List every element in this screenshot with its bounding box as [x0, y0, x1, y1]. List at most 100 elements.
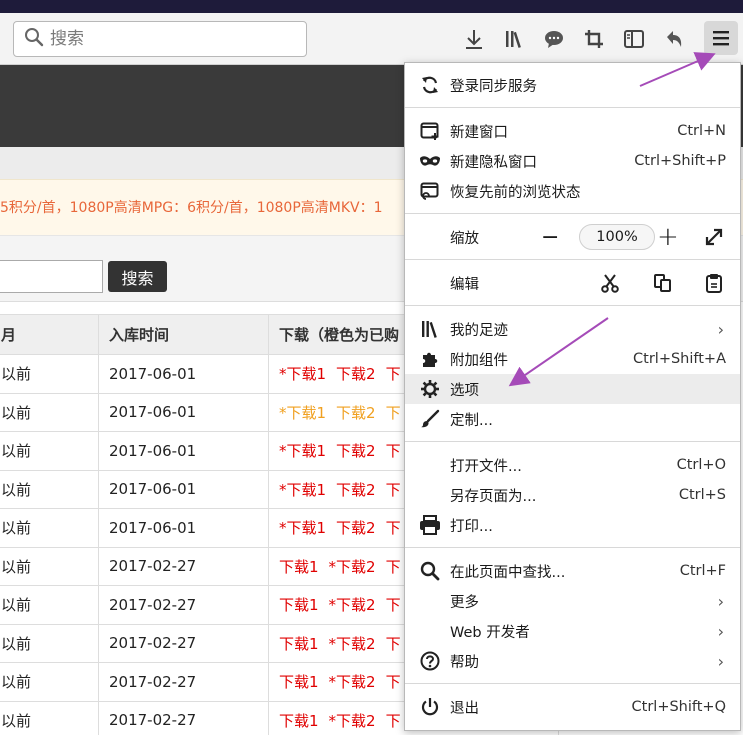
puzzle-icon [419, 348, 441, 370]
download-link[interactable]: *下载1 [279, 404, 326, 422]
download-link[interactable]: 下 [386, 558, 401, 576]
menu-item-label: 另存页面为... [450, 488, 537, 505]
back-icon[interactable] [660, 25, 688, 53]
download-link[interactable]: 下载2 [336, 481, 376, 499]
menu-item-find[interactable]: 在此页面中查找... Ctrl+F [405, 556, 740, 586]
gear-icon [419, 378, 441, 400]
crop-icon[interactable] [580, 25, 608, 53]
download-link[interactable]: *下载2 [329, 596, 376, 614]
download-link[interactable]: 下 [386, 673, 401, 691]
time-cell: 以前 [0, 546, 99, 586]
chevron-right-icon: › [717, 319, 724, 339]
download-link[interactable]: 下 [386, 596, 401, 614]
menu-item-new-window[interactable]: 新建窗口 Ctrl+N [405, 116, 740, 146]
download-link[interactable]: 下 [386, 712, 401, 730]
shortcut-text: Ctrl+O [676, 457, 726, 473]
menu-item-sync[interactable]: 登录同步服务 [405, 70, 740, 100]
download-link[interactable]: 下载1 [279, 558, 319, 576]
chat-icon[interactable] [540, 25, 568, 53]
shortcut-text: Ctrl+F [679, 563, 726, 579]
menu-item-label: 登录同步服务 [450, 78, 537, 95]
menu-item-save-page[interactable]: 另存页面为... Ctrl+S [405, 480, 740, 510]
paintbrush-icon [419, 408, 441, 430]
download-link[interactable]: *下载2 [329, 635, 376, 653]
shortcut-text: Ctrl+Shift+A [633, 351, 726, 367]
date-cell: 2017-02-27 [98, 546, 269, 586]
table-header: 入库时间 [98, 314, 269, 355]
download-link[interactable]: 下 [386, 404, 401, 422]
download-link[interactable]: 下载1 [279, 673, 319, 691]
download-link[interactable]: 下 [386, 365, 401, 383]
time-cell: 以前 [0, 354, 99, 394]
menu-item-label: 选项 [450, 382, 479, 399]
sidebar-icon[interactable] [620, 25, 648, 53]
site-search-input[interactable] [0, 260, 103, 293]
date-cell: 2017-06-01 [98, 392, 269, 432]
download-link[interactable]: *下载2 [329, 712, 376, 730]
menu-item-print[interactable]: 打印... [405, 510, 740, 540]
copy-icon[interactable] [653, 273, 673, 297]
restore-session-icon [419, 180, 441, 202]
menu-item-quit[interactable]: 退出 Ctrl+Shift+Q [405, 692, 740, 722]
download-link[interactable]: *下载2 [329, 558, 376, 576]
menu-item-restore-session[interactable]: 恢复先前的浏览状态 [405, 176, 740, 206]
menu-item-more[interactable]: 更多 › [405, 586, 740, 616]
search-box[interactable] [13, 21, 307, 57]
menu-item-addons[interactable]: 附加组件 Ctrl+Shift+A [405, 344, 740, 374]
download-link[interactable]: 下载2 [336, 442, 376, 460]
menu-item-label: 缩放 [450, 230, 479, 247]
menu-item-help[interactable]: 帮助 › [405, 646, 740, 676]
menu-item-label: 恢复先前的浏览状态 [450, 184, 581, 201]
download-link[interactable]: 下载2 [336, 404, 376, 422]
paste-icon[interactable] [705, 272, 723, 298]
fullscreen-icon[interactable] [703, 226, 725, 252]
search-input[interactable] [50, 29, 290, 49]
download-link[interactable]: 下 [386, 635, 401, 653]
menu-item-label: 退出 [450, 700, 479, 717]
menu-item-label: Web 开发者 [450, 624, 530, 641]
download-link[interactable]: *下载1 [279, 519, 326, 537]
menu-item-label: 定制... [450, 412, 493, 429]
library-icon [419, 318, 441, 340]
date-cell: 2017-02-27 [98, 662, 269, 702]
download-link[interactable]: *下载2 [329, 673, 376, 691]
chevron-right-icon: › [717, 621, 724, 641]
download-icon[interactable] [460, 25, 488, 53]
site-search-button[interactable]: 搜索 [108, 261, 167, 292]
menu-item-web-developer[interactable]: Web 开发者 › [405, 616, 740, 646]
download-link[interactable]: 下 [386, 442, 401, 460]
menu-item-label: 帮助 [450, 654, 479, 671]
download-link[interactable]: 下载1 [279, 596, 319, 614]
download-link[interactable]: *下载1 [279, 481, 326, 499]
search-icon [419, 560, 441, 582]
download-link[interactable]: 下 [386, 519, 401, 537]
download-link[interactable]: 下载1 [279, 635, 319, 653]
download-link[interactable]: 下载2 [336, 365, 376, 383]
menu-item-library[interactable]: 我的足迹 › [405, 314, 740, 344]
shortcut-text: Ctrl+S [678, 487, 726, 503]
download-link[interactable]: 下载2 [336, 519, 376, 537]
menu-item-label: 更多 [450, 594, 479, 611]
download-link[interactable]: 下 [386, 481, 401, 499]
hamburger-menu-icon[interactable] [704, 21, 738, 55]
chevron-right-icon: › [717, 651, 724, 671]
menu-item-open-file[interactable]: 打开文件... Ctrl+O [405, 450, 740, 480]
date-cell: 2017-06-01 [98, 508, 269, 548]
zoom-out-button[interactable]: − [541, 225, 559, 250]
zoom-reset-button[interactable]: 100% [579, 224, 655, 250]
library-icon[interactable] [500, 25, 528, 53]
download-link[interactable]: 下载1 [279, 712, 319, 730]
time-cell: 以前 [0, 392, 99, 432]
menu-item-customize[interactable]: 定制... [405, 404, 740, 434]
menu-item-options[interactable]: 选项 [405, 374, 740, 404]
download-link[interactable]: *下载1 [279, 365, 326, 383]
cut-icon[interactable] [600, 273, 620, 297]
help-icon [419, 650, 441, 672]
menu-item-label: 打印... [450, 518, 493, 535]
menu-item-new-private-window[interactable]: 新建隐私窗口 Ctrl+Shift+P [405, 146, 740, 176]
menu-item-label: 打开文件... [450, 458, 522, 475]
power-icon [419, 696, 441, 718]
download-link[interactable]: *下载1 [279, 442, 326, 460]
zoom-in-button[interactable]: + [657, 222, 679, 252]
menu-item-label: 新建隐私窗口 [450, 154, 537, 171]
